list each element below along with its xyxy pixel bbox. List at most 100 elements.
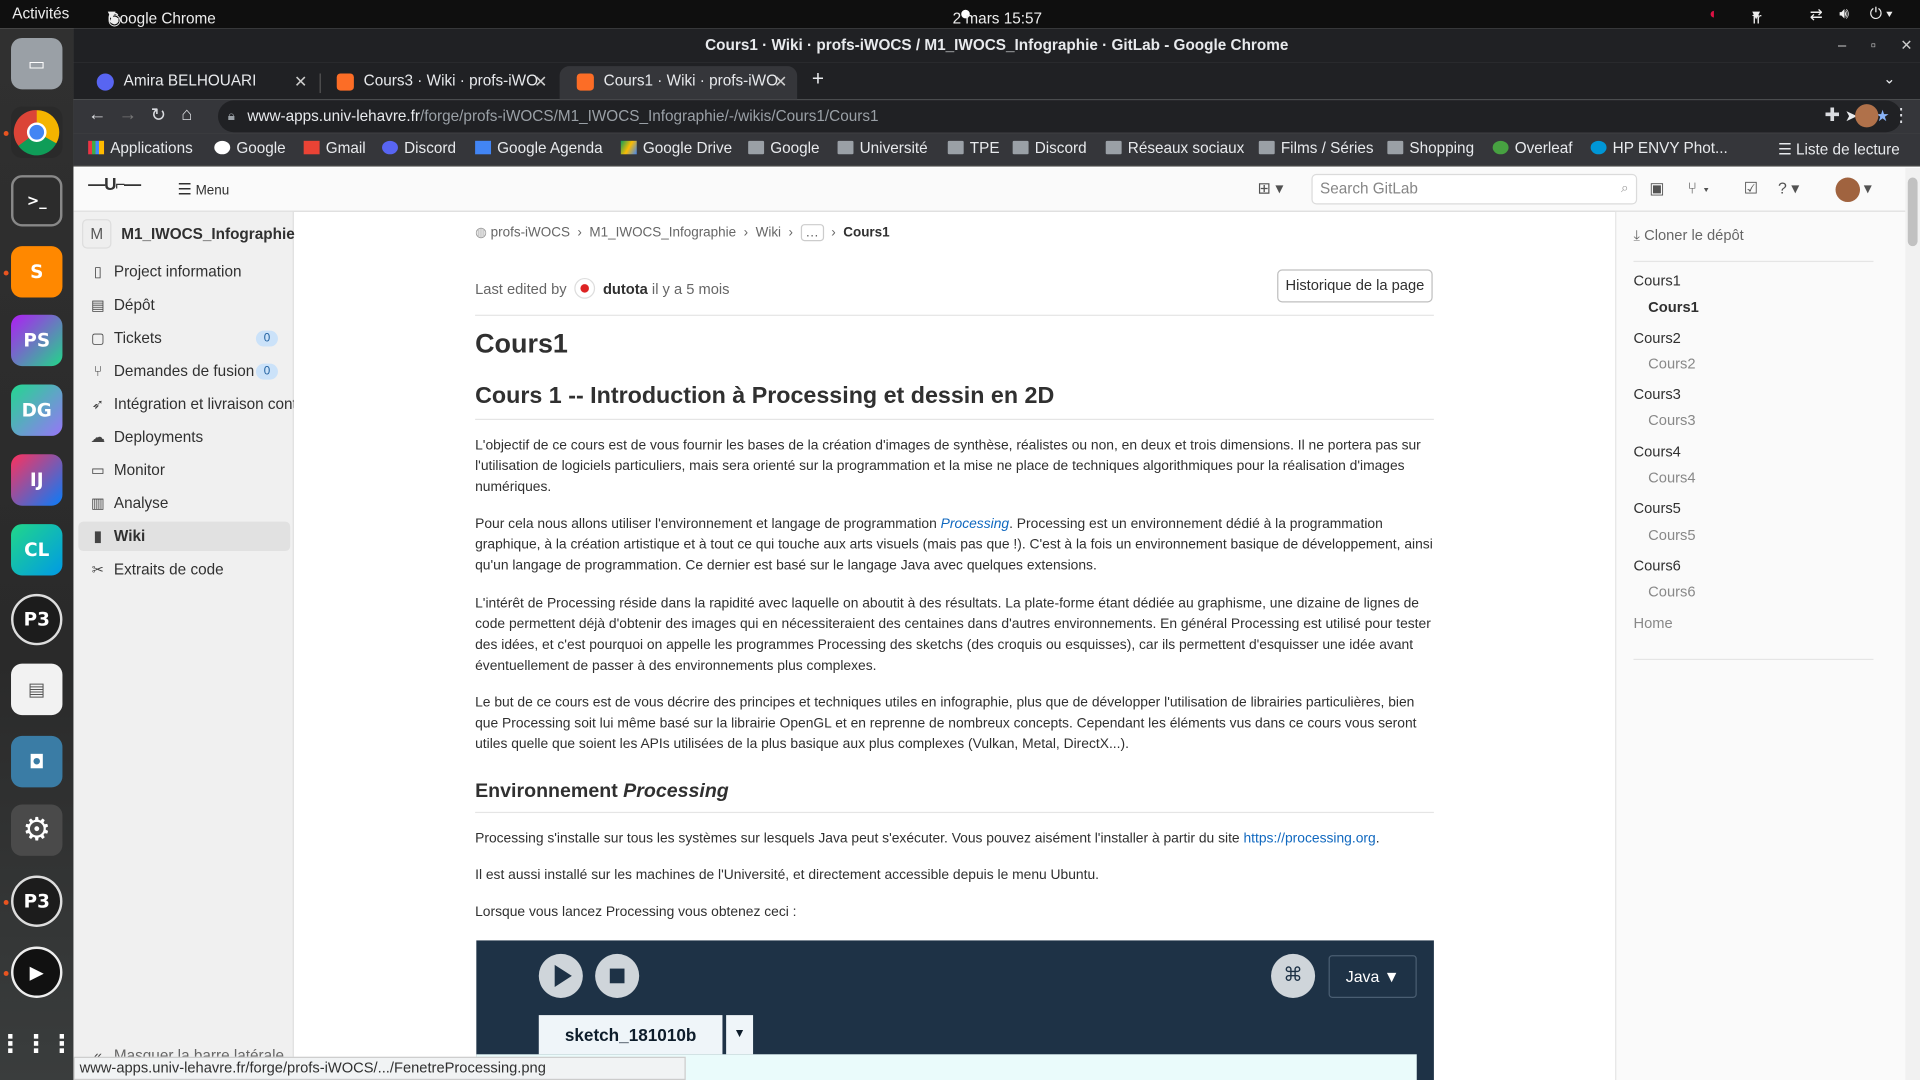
activities-button[interactable]: Activités <box>12 5 69 22</box>
breadcrumb-item[interactable]: Wiki <box>756 225 781 240</box>
bookmark-discord[interactable]: Discord <box>382 140 456 157</box>
processing-site-link[interactable]: https://processing.org <box>1243 831 1375 846</box>
reading-list[interactable]: ☰ Liste de lecture <box>1778 140 1900 158</box>
settings-icon[interactable]: ⚙ <box>11 804 63 856</box>
chrome-menu-icon[interactable]: ⋮ <box>1892 104 1910 126</box>
wiki-subpage-link[interactable]: Cours2 <box>1648 355 1695 372</box>
intellij-icon[interactable]: IJ <box>11 454 63 506</box>
bookmark-applications[interactable]: Applications <box>88 140 193 157</box>
wiki-subpage-link[interactable]: Cours6 <box>1648 583 1695 600</box>
clock[interactable]: 2 mars 15:57 <box>953 5 1042 27</box>
close-tab-icon[interactable]: ✕ <box>534 66 547 97</box>
processing-icon[interactable]: P3 <box>11 593 63 646</box>
bookmark-google-agenda[interactable]: Google Agenda <box>475 140 603 157</box>
breadcrumb-item[interactable]: profs-iWOCS <box>491 225 570 240</box>
wiki-page-link[interactable]: Cours3 <box>1633 386 1680 403</box>
datagrip-icon[interactable]: DG <box>11 384 63 436</box>
processing-link[interactable]: Processing <box>941 517 1009 532</box>
network-icon[interactable]: ⇄ <box>1810 5 1823 23</box>
text-editor-icon[interactable]: ▤ <box>11 663 63 716</box>
profile-avatar[interactable] <box>1855 104 1879 128</box>
sidebar-item-snippets[interactable]: ✂ Extraits de code <box>78 555 290 584</box>
terminal-icon[interactable]: >_ <box>11 175 63 227</box>
wiki-home-link[interactable]: Home <box>1633 615 1672 632</box>
wiki-page-link[interactable]: Cours1 <box>1633 272 1680 289</box>
issues-icon[interactable]: ▣ <box>1649 179 1664 199</box>
wiki-subpage-link[interactable]: Cours4 <box>1648 469 1695 486</box>
bookmark-hp[interactable]: HP ENVY Phot... <box>1590 140 1728 157</box>
phpstorm-icon[interactable]: PS <box>11 314 63 367</box>
show-apps-icon[interactable]: ⋮⋮⋮ <box>0 1018 74 1069</box>
bookmark-folder-shopping[interactable]: Shopping <box>1387 140 1474 157</box>
clion-icon[interactable]: CL <box>11 524 63 576</box>
processing-icon[interactable]: P3 <box>11 875 63 927</box>
search-input[interactable]: Search GitLab ⌕ <box>1311 173 1638 205</box>
address-bar[interactable]: 🔒︎ www-apps.univ-lehavre.fr/forge/profs-… <box>217 100 1902 133</box>
scrollbar-thumb[interactable] <box>1907 177 1918 247</box>
media-player-icon[interactable]: ▶ <box>11 946 63 998</box>
tab-cours1[interactable]: Cours1 · Wiki · profs-iWO ✕ <box>559 66 798 100</box>
page-history-button[interactable]: Historique de la page <box>1277 269 1433 303</box>
wiki-page-link[interactable]: Cours5 <box>1633 500 1680 517</box>
breadcrumb-item[interactable]: M1_IWOCS_Infographie <box>589 225 736 240</box>
sidebar-item-merge-requests[interactable]: ⑂ Demandes de fusion 0 <box>78 356 290 385</box>
wiki-page-link[interactable]: Cours6 <box>1633 557 1680 574</box>
color-picker-icon[interactable]: ◐ <box>1709 5 1718 22</box>
bookmark-folder-universite[interactable]: Université <box>837 140 928 157</box>
todo-icon[interactable]: ☑ <box>1744 179 1758 199</box>
bookmark-overleaf[interactable]: Overleaf <box>1492 140 1573 157</box>
sublime-text-icon[interactable]: S <box>11 246 63 298</box>
bookmark-folder-films[interactable]: Films / Séries <box>1258 140 1374 157</box>
wiki-subpage-link[interactable]: Cours5 <box>1648 527 1695 544</box>
new-tab-icon[interactable]: + <box>812 67 824 91</box>
author-link[interactable]: dutota <box>603 280 648 297</box>
create-new-icon[interactable]: ⊞ ▾ <box>1258 179 1284 199</box>
sidebar-item-project-information[interactable]: ▯ Project information <box>78 257 290 286</box>
close-window-icon[interactable]: ✕ <box>1900 37 1912 54</box>
reload-icon[interactable]: ↻ <box>151 104 166 126</box>
volume-icon[interactable]: 🔊︎ <box>1839 5 1849 23</box>
page-scrollbar[interactable] <box>1905 167 1920 1080</box>
wiki-page-link[interactable]: Cours2 <box>1633 329 1680 346</box>
user-avatar[interactable] <box>1835 177 1861 203</box>
close-tab-icon[interactable]: ✕ <box>774 66 787 97</box>
bookmark-google-drive[interactable]: Google Drive <box>620 140 732 157</box>
maximize-icon[interactable]: ▫ <box>1871 37 1876 54</box>
sidebar-item-deployments[interactable]: ☁ Deployments <box>78 422 290 451</box>
bookmark-folder-discord[interactable]: Discord <box>1012 140 1087 157</box>
merge-requests-icon[interactable]: ⑂ ▾ <box>1687 179 1711 197</box>
bookmark-gmail[interactable]: Gmail <box>303 140 366 157</box>
back-icon[interactable]: ← <box>88 104 106 125</box>
university-logo[interactable]: ―U⌐― <box>88 174 142 206</box>
close-tab-icon[interactable]: ✕ <box>294 66 307 97</box>
tab-discord[interactable]: Amira BELHOUARI ✕ <box>80 66 318 99</box>
chrome-dock-icon[interactable] <box>11 106 63 158</box>
project-header[interactable]: M M1_IWOCS_Infographie <box>82 219 295 249</box>
sidebar-item-analyse[interactable]: ▥ Analyse <box>78 489 290 518</box>
files-icon[interactable]: ▭ <box>11 37 63 90</box>
home-icon[interactable]: ⌂ <box>181 104 192 125</box>
forward-icon[interactable]: → <box>119 104 137 125</box>
author-avatar[interactable] <box>574 277 596 299</box>
clone-repo-link[interactable]: ⤓ Cloner le dépôt <box>1633 227 1743 245</box>
power-icon[interactable]: ⏻ ▾ <box>1870 5 1893 23</box>
sidebar-item-ci-cd[interactable]: ➶ Intégration et livraison continue <box>78 389 294 418</box>
menu-button[interactable]: ☰ Menu <box>178 180 230 200</box>
sidebar-item-depot[interactable]: ▤ Dépôt <box>78 290 290 319</box>
extensions-icon[interactable]: ✚ <box>1825 104 1840 126</box>
bookmark-folder-tpe[interactable]: TPE <box>947 140 1000 157</box>
wiki-subpage-link-active[interactable]: Cours1 <box>1648 299 1699 316</box>
chevron-down-icon[interactable]: ▾ <box>1864 179 1872 199</box>
breadcrumb-ellipsis-button[interactable]: … <box>800 224 824 242</box>
wiki-subpage-link[interactable]: Cours3 <box>1648 411 1695 428</box>
app-menu[interactable]: ◉ Google Chrome ▾ <box>108 5 216 28</box>
screenshot-icon[interactable]: ◘ <box>11 735 63 788</box>
bookmark-folder-reseaux[interactable]: Réseaux sociaux <box>1105 140 1244 157</box>
sidebar-item-wiki[interactable]: ▮ Wiki <box>78 521 291 552</box>
wiki-page-link[interactable]: Cours4 <box>1633 443 1680 460</box>
sidebar-item-tickets[interactable]: ▢ Tickets 0 <box>78 323 290 352</box>
bookmark-google[interactable]: Google <box>214 140 286 157</box>
help-icon[interactable]: ? ▾ <box>1778 179 1799 199</box>
bookmark-folder-google[interactable]: Google <box>748 140 820 157</box>
tab-search-icon[interactable]: ⌄ <box>1883 70 1895 87</box>
